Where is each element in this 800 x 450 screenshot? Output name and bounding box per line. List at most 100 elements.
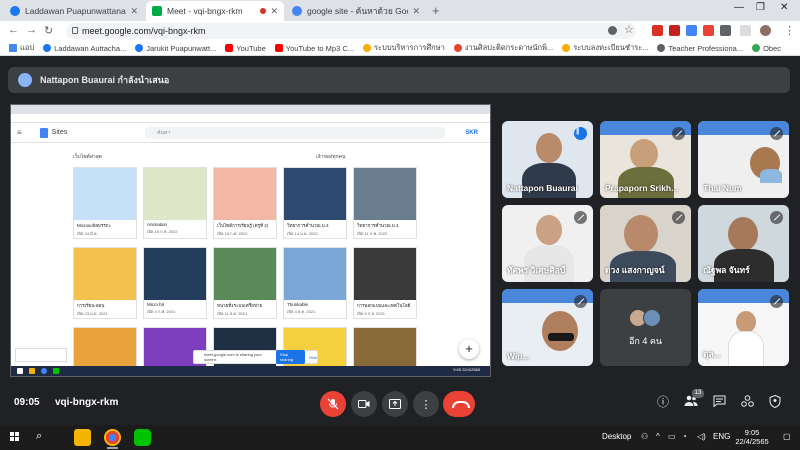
volume-icon[interactable]: ◁) bbox=[697, 432, 706, 441]
site-thumbnail bbox=[74, 248, 136, 300]
pdf-extension-icon[interactable] bbox=[669, 25, 680, 36]
site-opened-date: เปิด 23 ม.ค. 2021 bbox=[77, 311, 108, 316]
site-opened-date: เปิด 16 ก.พ. 2022 bbox=[147, 229, 178, 234]
participant-tile[interactable]: Thai Num bbox=[698, 121, 789, 198]
site-opened-date: เปิด 15 ก.พ. 2022 bbox=[217, 231, 248, 236]
bookmark-item[interactable]: Jarukit Puapunwatt... bbox=[135, 44, 216, 53]
new-tab-icon[interactable]: + bbox=[432, 3, 440, 18]
shared-screen: ≡ Sites ค้นหา SKR เว็บไซต์ล่าสุด เจ้าของ… bbox=[10, 104, 491, 377]
forward-icon[interactable]: → bbox=[26, 24, 37, 36]
mic-off-icon bbox=[327, 398, 339, 410]
browser-tab-google-search[interactable]: google site - ค้นหาด้วย Google ✕ bbox=[286, 1, 426, 21]
close-tab-icon[interactable]: ✕ bbox=[270, 6, 278, 17]
tab-label: google site - ค้นหาด้วย Google bbox=[307, 6, 408, 16]
minimize-icon[interactable]: — bbox=[734, 2, 744, 13]
participant-tile[interactable]: Wip... bbox=[502, 289, 593, 366]
more-options-button[interactable]: ⋮ bbox=[413, 391, 439, 417]
participant-tile[interactable]: ดุล... bbox=[698, 289, 789, 366]
bookmark-label: Laddawan Auttacha... bbox=[54, 43, 127, 53]
desktop-toolbar-label[interactable]: Desktop bbox=[602, 432, 631, 441]
back-icon[interactable]: ← bbox=[8, 24, 19, 36]
host-controls-icon[interactable] bbox=[768, 394, 782, 409]
extension-icon[interactable] bbox=[652, 25, 663, 36]
owner-filter: เจ้าของทุกคน bbox=[316, 154, 346, 160]
file-explorer-icon[interactable] bbox=[74, 429, 91, 446]
profile-avatar[interactable] bbox=[760, 25, 771, 36]
microphone-toggle-button[interactable] bbox=[320, 391, 346, 417]
line-app-icon[interactable] bbox=[134, 429, 151, 446]
system-clock[interactable]: 9:05 22/4/2565 bbox=[732, 428, 772, 446]
lock-icon bbox=[72, 27, 78, 34]
site-icon bbox=[453, 44, 462, 52]
bookmark-star-icon[interactable]: ☆ bbox=[624, 23, 635, 36]
address-bar[interactable]: meet.google.com/vqi-bngx-rkm bbox=[66, 23, 636, 39]
site-title: หน่วยที่1ระบบเครือข่าย bbox=[217, 303, 263, 308]
close-tab-icon[interactable]: ✕ bbox=[130, 6, 138, 17]
chrome-icon[interactable] bbox=[104, 429, 121, 449]
bookmark-item[interactable]: ระบบลงทะเบียนชำระ... bbox=[562, 42, 648, 54]
reading-list-icon[interactable] bbox=[740, 25, 751, 36]
battery-icon[interactable]: ▭ bbox=[668, 432, 676, 441]
extensions-puzzle-icon[interactable] bbox=[720, 25, 731, 36]
search-icon[interactable]: ⌕ bbox=[36, 430, 42, 443]
google-meet-icon bbox=[152, 6, 162, 16]
site-opened-date: เปิด 11 ธ.ค. 2021 bbox=[217, 311, 248, 316]
site-title: วิทยาการคำนวณ ม.4 bbox=[357, 223, 399, 228]
participant-tile[interactable]: ทัศพร วิเศษศิลป์ bbox=[502, 205, 593, 282]
participant-tile[interactable]: ดวง แสงกาญจน์ bbox=[600, 205, 691, 282]
bookmark-item[interactable]: งานศิลปะติดกระดาษนักพิ... bbox=[453, 42, 553, 54]
bookmark-item[interactable]: ระบบบริหารการศึกษา bbox=[363, 42, 445, 54]
site-icon bbox=[752, 44, 761, 52]
site-title: Thunkable bbox=[287, 302, 309, 307]
site-thumbnail bbox=[214, 248, 276, 300]
windows-start-icon[interactable] bbox=[10, 432, 20, 442]
notifications-icon[interactable]: ▢ bbox=[783, 432, 791, 441]
person-body bbox=[728, 331, 764, 366]
restore-icon[interactable]: ❐ bbox=[756, 2, 765, 13]
language-indicator[interactable]: ENG bbox=[713, 432, 730, 441]
chat-icon[interactable] bbox=[712, 395, 726, 409]
share-icon[interactable] bbox=[608, 26, 617, 35]
bookmark-item[interactable]: Laddawan Auttacha... bbox=[43, 44, 126, 53]
camera-icon bbox=[358, 400, 370, 408]
bookmark-item[interactable]: Teacher Professiona... bbox=[657, 44, 743, 53]
menu-kebab-icon[interactable]: ⋮ bbox=[784, 24, 795, 37]
site-title: Animation bbox=[147, 222, 168, 227]
bookmark-item[interactable]: YouTube to Mp3 C... bbox=[274, 44, 354, 53]
extension-icon[interactable] bbox=[686, 25, 697, 36]
meeting-details-icon[interactable]: ⓘ bbox=[656, 395, 670, 409]
participant-tile[interactable]: Nattapon Buaurai bbox=[502, 121, 593, 198]
browser-tab-meet[interactable]: Meet - vqi-bngx-rkm ✕ bbox=[146, 1, 284, 21]
bookmark-item[interactable]: YouTube bbox=[225, 44, 266, 53]
bookmark-label: Jarukit Puapunwatt... bbox=[146, 43, 217, 53]
shared-clock: 9:05 22/4/2565 bbox=[453, 367, 480, 372]
close-tab-icon[interactable]: ✕ bbox=[412, 6, 420, 17]
people-taskbar-icon[interactable]: ⚇ bbox=[641, 432, 648, 441]
bookmark-apps[interactable]: แอป bbox=[9, 42, 34, 54]
participant-tile[interactable]: Prapaporn Srikh... bbox=[600, 121, 691, 198]
leave-call-button[interactable] bbox=[443, 391, 475, 417]
present-now-button[interactable] bbox=[382, 391, 408, 417]
windows-taskbar: ⌕ Desktop ⚇ ^ ▭ ◔ ◁) ENG 9:05 22/4/2565 … bbox=[0, 425, 800, 450]
more-participants-tile[interactable]: อีก 4 คน bbox=[600, 289, 691, 366]
extension-icon[interactable] bbox=[703, 25, 714, 36]
participant-tile[interactable]: ณัฐพล จันทร์ bbox=[698, 205, 789, 282]
camera-toggle-button[interactable] bbox=[351, 391, 377, 417]
browser-tab-facebook[interactable]: Laddawan Puapunwattana | Facebook ✕ bbox=[4, 1, 144, 21]
site-card: Animation เปิด 16 ก.พ. 2022 bbox=[143, 167, 207, 239]
bookmark-item[interactable]: Obec bbox=[752, 44, 781, 53]
sites-search-box: ค้นหา bbox=[145, 126, 446, 139]
site-thumbnail bbox=[284, 168, 346, 220]
bookmark-label: ระบบบริหารการศึกษา bbox=[374, 43, 445, 52]
folder-icon bbox=[29, 368, 35, 374]
speaking-indicator-icon bbox=[574, 127, 587, 140]
reload-icon[interactable]: ↻ bbox=[44, 24, 53, 37]
tray-chevron-icon[interactable]: ^ bbox=[656, 432, 660, 441]
activities-icon[interactable] bbox=[740, 395, 754, 409]
network-icon[interactable]: ◔ bbox=[682, 432, 687, 441]
more-participants-label: อีก 4 คน bbox=[628, 336, 663, 346]
present-screen-icon bbox=[389, 399, 401, 409]
site-card: Microsoftสมรรถะ เปิด 24 มี.ค. bbox=[73, 167, 137, 239]
close-window-icon[interactable]: ✕ bbox=[780, 2, 788, 13]
participant-count-badge: 13 bbox=[692, 389, 704, 398]
